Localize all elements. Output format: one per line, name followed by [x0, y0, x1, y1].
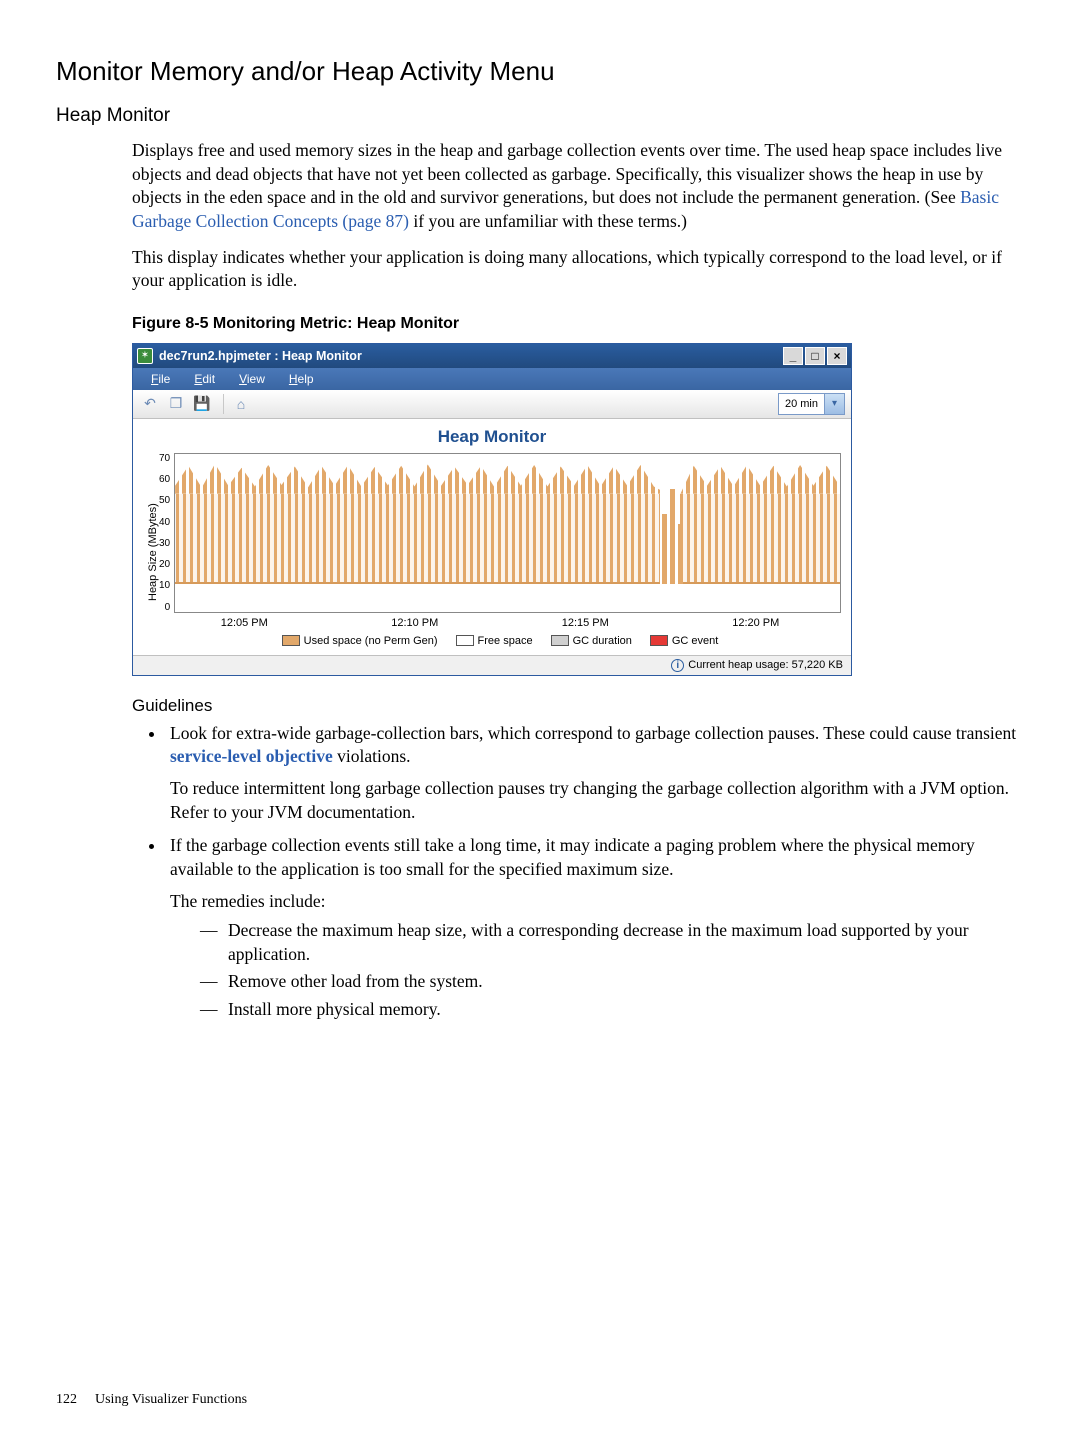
window-title: dec7run2.hpjmeter : Heap Monitor: [159, 349, 783, 363]
toolbar: ↶ ❐ 💾 ⌂ 20 min ▾: [133, 390, 851, 419]
menubar: File Edit View Help: [133, 368, 851, 390]
chart-plot-area: [174, 453, 841, 613]
copy-button[interactable]: ❐: [165, 393, 187, 415]
heap-monitor-window: ✶ dec7run2.hpjmeter : Heap Monitor _ □ ×…: [132, 343, 852, 676]
remedy-item: Decrease the maximum heap size, with a c…: [200, 919, 1024, 966]
page-footer: 122 Using Visualizer Functions: [56, 1392, 247, 1408]
app-icon: ✶: [137, 348, 153, 364]
titlebar: ✶ dec7run2.hpjmeter : Heap Monitor _ □ ×: [133, 344, 851, 368]
y-ticks: 706050403020100: [159, 453, 174, 613]
y-axis-label: Heap Size (MBytes): [143, 453, 159, 651]
save-button[interactable]: 💾: [191, 393, 213, 415]
menu-view[interactable]: View: [227, 370, 277, 388]
guideline-item: Look for extra-wide garbage-collection b…: [166, 722, 1024, 825]
info-icon: i: [671, 659, 684, 672]
menu-file[interactable]: File: [139, 370, 182, 388]
time-range-dropdown-icon[interactable]: ▾: [825, 393, 845, 415]
remedy-item: Install more physical memory.: [200, 998, 1024, 1022]
para-1: Displays free and used memory sizes in t…: [132, 139, 1024, 234]
section-title: Heap Monitor: [56, 105, 1024, 127]
guideline-item: If the garbage collection events still t…: [166, 834, 1024, 1021]
home-button[interactable]: ⌂: [230, 393, 252, 415]
para-2: This display indicates whether your appl…: [132, 246, 1024, 293]
chart-title: Heap Monitor: [143, 427, 841, 447]
statusbar: iCurrent heap usage: 57,220 KB: [133, 655, 851, 675]
term-slo: service-level objective: [170, 746, 333, 766]
maximize-button[interactable]: □: [805, 347, 825, 365]
page-number: 122: [56, 1392, 77, 1407]
time-range-select[interactable]: 20 min: [778, 393, 825, 415]
minimize-button[interactable]: _: [783, 347, 803, 365]
footer-section: Using Visualizer Functions: [95, 1392, 247, 1407]
figure-caption: Figure 8-5 Monitoring Metric: Heap Monit…: [132, 315, 1024, 333]
x-ticks: 12:05 PM12:10 PM12:15 PM12:20 PM: [159, 617, 841, 629]
remedy-item: Remove other load from the system.: [200, 970, 1024, 994]
chart-legend: Used space (no Perm Gen) Free space GC d…: [159, 635, 841, 647]
back-button[interactable]: ↶: [139, 393, 161, 415]
page-title: Monitor Memory and/or Heap Activity Menu: [56, 56, 1024, 87]
menu-edit[interactable]: Edit: [182, 370, 227, 388]
close-button[interactable]: ×: [827, 347, 847, 365]
guidelines-heading: Guidelines: [132, 696, 1024, 716]
menu-help[interactable]: Help: [277, 370, 326, 388]
